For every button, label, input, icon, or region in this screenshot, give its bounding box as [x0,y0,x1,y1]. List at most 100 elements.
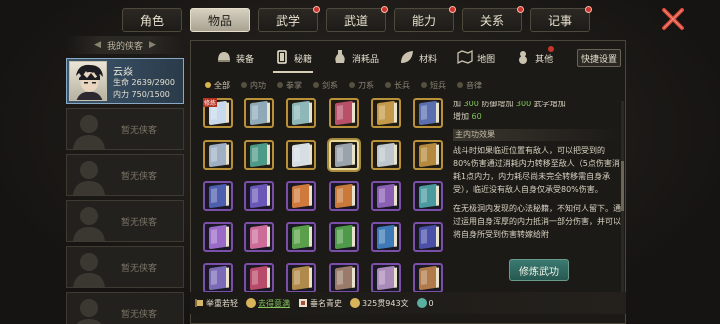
character-card-empty[interactable]: 暂无侠客 [66,292,184,324]
top-tab-3[interactable]: 武道 [326,6,388,32]
top-tab-4[interactable]: 能力 [394,6,456,32]
character-name: 云焱 [113,67,133,78]
item-slot[interactable] [329,222,359,252]
top-tab-0[interactable]: 角色 [122,8,182,32]
quick-settings-button[interactable]: 快捷设置 [577,49,621,67]
inventory-panel: 装备 秘籍 消耗品 材料 地图 其他 快捷设置 全部 内功 拳掌 剑系 刀系 长兵 短兵 音律 修炼 加… [190,40,626,324]
book-icon [250,224,268,250]
filter-label: 短兵 [430,80,446,90]
category-tab-4[interactable]: 地图 [450,41,502,75]
item-slot[interactable] [203,140,233,170]
character-panel-header: ◀ 我的侠客 ▶ [66,36,184,54]
character-panel-title: 我的侠客 [106,41,143,52]
item-slot[interactable] [244,181,274,211]
item-slot[interactable] [203,263,233,293]
category-tab-1[interactable]: 秘籍 [267,41,319,75]
filter-option-1[interactable]: 内功 [241,79,266,91]
category-tab-label: 消耗品 [352,54,380,65]
close-x-icon[interactable] [660,6,686,32]
character-card-empty[interactable]: 暂无侠客 [66,154,184,196]
top-tab-2[interactable]: 武学 [258,6,320,32]
filter-option-0[interactable]: 全部 [205,79,230,91]
filter-option-6[interactable]: 短兵 [421,79,446,91]
item-slot[interactable] [413,98,443,128]
item-slot[interactable] [413,222,443,252]
radio-dot-icon [421,82,427,88]
book-icon [292,142,310,168]
filter-label: 全部 [214,80,230,90]
item-slot[interactable] [413,181,443,211]
item-slot[interactable] [329,98,359,128]
radio-dot-icon [457,82,463,88]
book-icon [335,100,353,126]
trait-2-label: 去得意满 [258,298,290,308]
filter-option-4[interactable]: 刀系 [349,79,374,91]
book-icon [335,142,353,168]
item-slot[interactable] [286,181,316,211]
item-slot[interactable] [371,98,401,128]
train-skill-button[interactable]: 修炼武功 [509,259,569,281]
character-list: 云焱 生命 2639/2900 内力 750/1500 暂无侠客 暂无侠客 暂无侠客… [66,58,184,324]
silhouette-icon [76,299,102,324]
book-icon [292,265,310,291]
category-tab-5[interactable]: 其他 [508,41,560,75]
detail-stat-mid-2: 武学增加 [531,101,566,108]
filter-option-3[interactable]: 剑系 [313,79,338,91]
category-tab-0[interactable]: 装备 [209,41,261,75]
trait-2[interactable]: 去得意满 [246,298,290,309]
item-slot[interactable] [286,222,316,252]
scroll-thumb[interactable] [621,161,624,211]
item-slot[interactable] [413,263,443,293]
item-slot[interactable] [371,263,401,293]
category-tab-label: 装备 [236,54,255,65]
item-slot[interactable] [371,222,401,252]
item-slot[interactable] [371,140,401,170]
detail-stat-value-1: 300 [463,101,479,108]
character-card-active[interactable]: 云焱 生命 2639/2900 内力 750/1500 [66,58,184,104]
filter-option-5[interactable]: 长兵 [385,79,410,91]
filter-option-2[interactable]: 拳掌 [277,79,302,91]
category-tab-3[interactable]: 材料 [392,41,444,75]
filter-label: 拳掌 [286,80,302,90]
book-icon [377,142,395,168]
filter-label: 剑系 [322,80,338,90]
trait-3[interactable]: 垂名青史 [298,298,342,309]
top-tab-6[interactable]: 记事 [530,6,592,32]
item-slot[interactable] [203,181,233,211]
hp-label: 生命 [113,78,129,87]
book-icon [419,224,437,250]
category-tab-2[interactable]: 消耗品 [325,41,386,75]
item-slot[interactable] [286,140,316,170]
character-card-empty[interactable]: 暂无侠客 [66,200,184,242]
item-slot[interactable] [244,140,274,170]
category-tab-label: 材料 [419,54,438,65]
item-slot[interactable] [371,181,401,211]
character-card-empty[interactable]: 暂无侠客 [66,246,184,288]
section1-text: 战斗时如果临近位置有敌人，可以把受到的80%伤害通过消耗内力转移至敌人（5点伤害… [453,146,620,194]
book-icon [299,299,307,307]
top-tab-5[interactable]: 关系 [462,6,524,32]
item-slot[interactable] [203,222,233,252]
top-tab-1[interactable]: 物品 [190,8,250,32]
detail-scrollbar[interactable] [621,101,624,301]
detail-stat-mid-1: 防御增加 [478,101,516,108]
category-tab-label: 秘籍 [294,54,313,65]
notification-dot-icon [313,6,320,13]
silhouette-icon [73,253,105,287]
item-slot[interactable] [413,140,443,170]
filter-option-7[interactable]: 音律 [457,79,482,91]
item-slot[interactable] [244,222,274,252]
character-card-empty[interactable]: 暂无侠客 [66,108,184,150]
item-slot[interactable] [244,98,274,128]
item-slot[interactable] [244,263,274,293]
top-tab-label: 能力 [411,13,436,28]
trait-1[interactable]: 举重若轻 [194,298,238,309]
item-slot[interactable] [329,181,359,211]
detail-stats-line: 增加 60 [453,110,621,123]
item-slot[interactable]: 修炼 [203,98,233,128]
item-slot[interactable] [286,98,316,128]
mp-stat: 内力 750/1500 [113,89,170,100]
item-slot[interactable] [329,140,359,170]
item-slot[interactable] [329,263,359,293]
item-slot[interactable] [286,263,316,293]
